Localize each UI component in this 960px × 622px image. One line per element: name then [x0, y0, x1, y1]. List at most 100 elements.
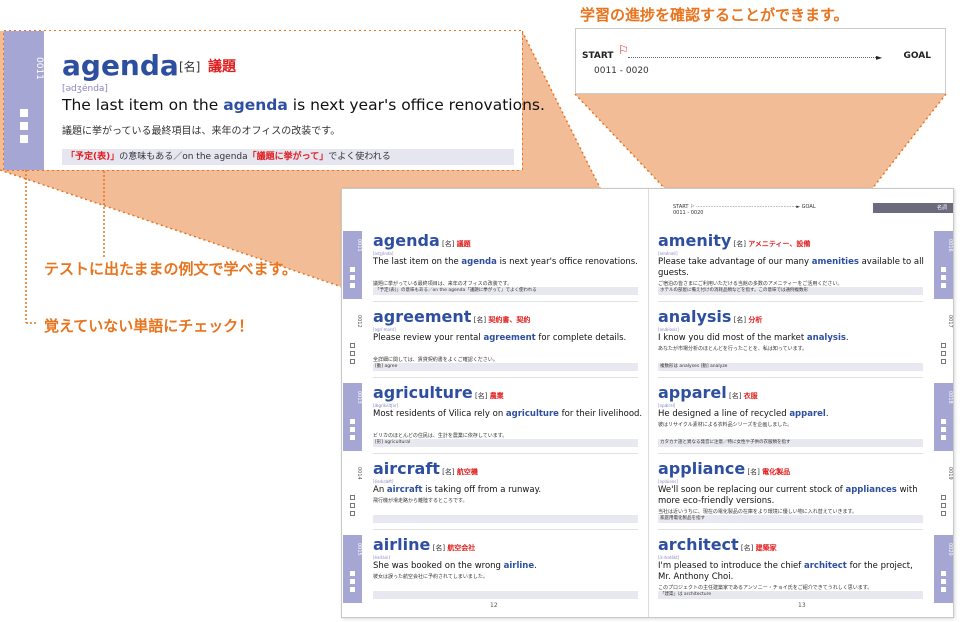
entry-separator — [658, 453, 923, 454]
example-sentence: The last item on the agenda is next year… — [373, 257, 643, 268]
check-box[interactable] — [350, 503, 355, 508]
example-after: . — [845, 333, 849, 343]
entry-separator — [658, 301, 923, 302]
translation: このプロジェクトの主任建築家であるアンソニー・チョイ氏をご紹介できてうれしく思い… — [658, 585, 873, 591]
usage-note: 複数形は analyses [動] analyze — [658, 363, 923, 371]
pronunciation: [ǽgrikʌ̀ltʃər] — [373, 403, 399, 408]
example-before: I'm pleased to introduce the chief — [658, 561, 804, 571]
entry-number: 0016 — [947, 239, 953, 252]
check-box[interactable] — [350, 495, 355, 500]
check-box[interactable] — [941, 495, 946, 500]
example-keyword: architect — [804, 561, 847, 571]
check-box[interactable] — [941, 359, 946, 364]
check-box-1[interactable] — [20, 109, 28, 117]
check-box[interactable] — [350, 571, 355, 576]
entry-number: 0011 — [356, 239, 362, 252]
example-sentence: The last item on the agenda is next year… — [62, 96, 545, 114]
example-sentence: He designed a line of recycled apparel. — [658, 409, 928, 420]
check-box[interactable] — [941, 503, 946, 508]
example-keyword: airline — [503, 561, 535, 571]
entry-label: [名] 分析 — [731, 316, 763, 324]
check-box-2[interactable] — [20, 122, 28, 130]
translation: 議題に挙がっている最終項目は、来年のオフィスの改装です。 — [62, 126, 341, 137]
entry-separator — [373, 453, 638, 454]
check-box[interactable] — [941, 267, 946, 272]
check-box[interactable] — [941, 587, 946, 592]
dictionary-entry: 0016 amenity [名] アメニティー、設備 [əménəti] Please… — [648, 227, 954, 303]
headword: apparel [名] 衣服 — [658, 383, 758, 402]
check-box[interactable] — [941, 283, 946, 288]
translation: 彼女は誤った航空会社に予約されてしまいました。 — [373, 574, 488, 580]
progress-range: 0011 - 0020 — [594, 66, 649, 76]
example-sentence: Please take advantage of our many amenit… — [658, 257, 928, 279]
category-bar: 名詞 — [873, 203, 953, 213]
entry-number: 0014 — [356, 467, 362, 480]
progress-caption: 学習の進捗を確認することができます。 — [580, 6, 849, 24]
example-before: Please review your rental — [373, 333, 484, 343]
entry-number: 0019 — [947, 467, 953, 480]
check-box[interactable] — [350, 283, 355, 288]
dictionary-entry: 0020 architect [名] 建築家 [ɑ́:rkətèkt] I'm ple… — [648, 531, 954, 607]
entry-separator — [658, 529, 923, 530]
check-box[interactable] — [941, 275, 946, 280]
example-after: . — [825, 409, 829, 419]
meaning-jp: 契約書、契約 — [488, 316, 531, 324]
meaning-jp: 分析 — [748, 316, 763, 324]
check-box[interactable] — [941, 427, 946, 432]
example-sentence: She was booked on the wrong airline. — [373, 561, 643, 572]
check-box[interactable] — [941, 351, 946, 356]
check-box[interactable] — [350, 267, 355, 272]
example-before: Most residents of Vilica rely on — [373, 409, 506, 419]
check-box[interactable] — [350, 343, 355, 348]
entry-number: 0017 — [947, 315, 953, 328]
translation: 彼はリサイクル素材による衣料品シリーズを企画しました。 — [658, 422, 793, 428]
example-keyword: agenda — [461, 257, 497, 267]
translation: ご宿泊の皆さまにご利用いただける当館の多数のアメニティーをご活用ください。 — [658, 281, 843, 287]
check-box[interactable] — [350, 359, 355, 364]
check-box[interactable] — [941, 343, 946, 348]
pronunciation: [éərkræ̀ft] — [373, 479, 394, 484]
example-sentence: I know you did most of the market analys… — [658, 333, 928, 344]
check-box[interactable] — [941, 571, 946, 576]
check-box[interactable] — [941, 579, 946, 584]
example-after: is taking off from a runway. — [422, 485, 542, 495]
check-box[interactable] — [941, 511, 946, 516]
flag-icon: ⚐ — [618, 43, 629, 57]
example-before: We'll soon be replacing our current stoc… — [658, 485, 846, 495]
check-box[interactable] — [350, 511, 355, 516]
headword: aircraft [名] 航空機 — [373, 459, 478, 478]
pronunciation: [ədʒénda] — [62, 84, 108, 94]
entry-number: 0015 — [356, 543, 362, 556]
check-box[interactable] — [350, 579, 355, 584]
progress-zoom: START ⚐ ► GOAL 0011 - 0020 — [575, 28, 946, 94]
check-box[interactable] — [350, 435, 355, 440]
entry-label: [名] 農業 — [472, 392, 504, 400]
usage-note — [373, 591, 638, 599]
entry-number: 0020 — [947, 543, 953, 556]
check-box[interactable] — [941, 435, 946, 440]
mini-progress: START ⚐ ································… — [673, 204, 816, 216]
check-box[interactable] — [350, 275, 355, 280]
example-before: An — [373, 485, 387, 495]
translation: ビリカのほとんどの住民は、生計を農業に依存しています。 — [373, 433, 508, 439]
example-sentence: We'll soon be replacing our current stoc… — [658, 485, 928, 507]
check-box[interactable] — [350, 351, 355, 356]
check-box[interactable] — [350, 587, 355, 592]
check-box-3[interactable] — [20, 135, 28, 143]
example-after: is next year's office renovations. — [496, 257, 638, 267]
example-after: for complete details. — [535, 333, 627, 343]
check-box[interactable] — [941, 419, 946, 424]
example-before: The last item on the — [373, 257, 462, 267]
headword: agreement [名] 契約書、契約 — [373, 307, 530, 326]
meaning-jp: 議題 — [208, 59, 236, 75]
headword: agenda — [62, 49, 179, 82]
headword-text: aircraft — [373, 459, 440, 478]
check-box[interactable] — [350, 427, 355, 432]
check-box[interactable] — [350, 419, 355, 424]
headword-text: appliance — [658, 459, 746, 478]
entry-separator — [373, 377, 638, 378]
usage-note: ホテルの部屋に備え付けの消耗品類などを指す。この意味では通例複数形 — [658, 287, 923, 295]
example-before: I know you did most of the market — [658, 333, 807, 343]
usage-note: 「予定(表)」の意味もある／on the agenda「議題に挙がって」でよく使… — [62, 149, 514, 165]
example-sentence: I'm pleased to introduce the chief archi… — [658, 561, 928, 583]
